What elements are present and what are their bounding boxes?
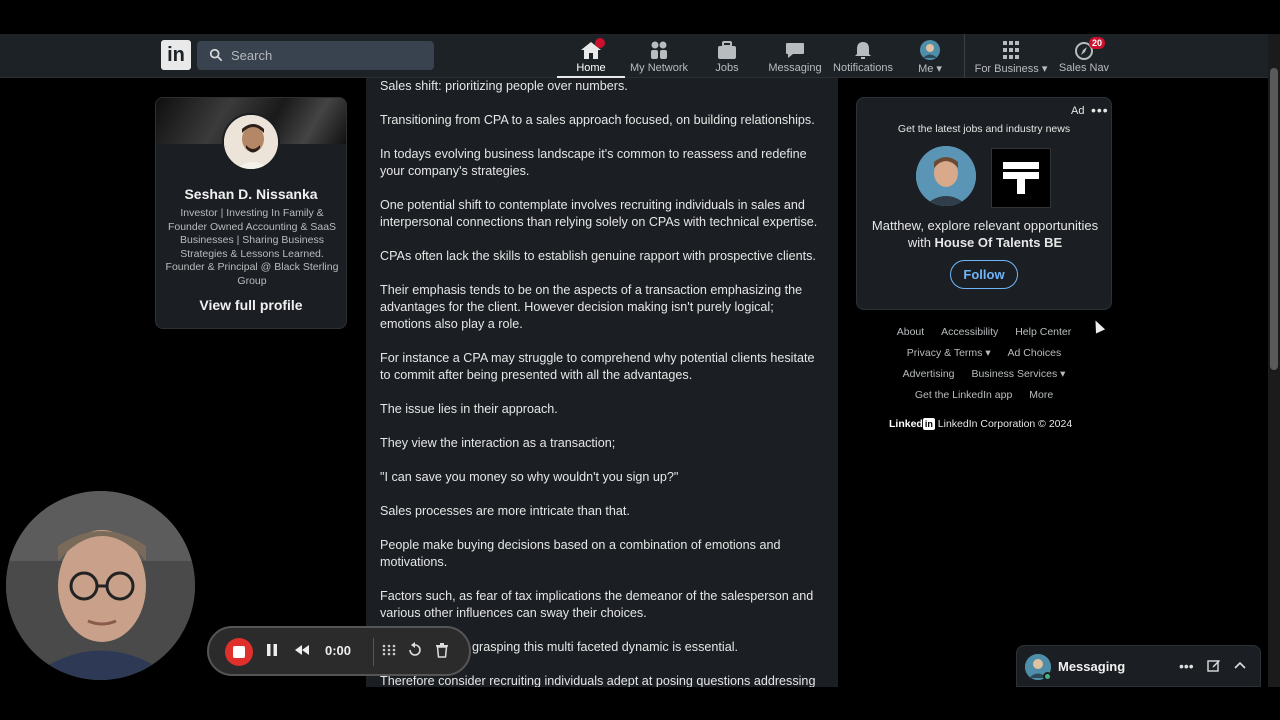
jobs-icon <box>716 40 738 60</box>
restart-icon[interactable] <box>407 642 423 662</box>
nav-messaging-label: Messaging <box>768 62 822 74</box>
compose-icon[interactable] <box>1207 658 1221 675</box>
ad-company: House Of Talents BE <box>934 235 1063 250</box>
nav-sales-nav-label: Sales Nav <box>1058 62 1110 74</box>
post-paragraph: Sales processes are more intricate than … <box>380 504 630 518</box>
post-paragraph: People make buying decisions based on a … <box>380 538 781 569</box>
webcam-bubble[interactable] <box>6 491 195 680</box>
footer-link[interactable]: Help Center <box>1015 326 1071 338</box>
nav-home[interactable]: Home <box>557 34 625 78</box>
more-options-icon[interactable]: ••• <box>1091 102 1109 118</box>
nav-for-business[interactable]: For Business ▾ <box>972 34 1050 78</box>
recording-timer: 0:00 <box>325 643 352 658</box>
nav-my-network-label: My Network <box>629 62 689 74</box>
grid-icon <box>1000 40 1022 60</box>
post-paragraph: Factors such, as fear of tax implication… <box>380 589 814 620</box>
footer-link[interactable]: Advertising <box>903 368 955 380</box>
footer-link[interactable]: Accessibility <box>941 326 998 338</box>
ad-text: Matthew, explore relevant opportunities … <box>863 217 1107 251</box>
delete-icon[interactable] <box>434 642 450 662</box>
nav-messaging[interactable]: Messaging <box>764 34 826 78</box>
nav-notifications[interactable]: Notifications <box>830 34 896 78</box>
ad-person-avatar <box>916 146 976 206</box>
messaging-icon <box>784 40 806 60</box>
profile-name[interactable]: Seshan D. Nissanka <box>156 186 346 202</box>
drag-handle-icon[interactable] <box>381 642 397 662</box>
nav-for-business-label: For Business <box>974 63 1039 75</box>
search-box[interactable] <box>197 41 434 70</box>
home-icon <box>580 38 605 60</box>
post-paragraph: Their emphasis tends to be on the aspect… <box>380 283 803 331</box>
caret-down-icon: ▾ <box>936 63 942 75</box>
more-options-icon[interactable]: ••• <box>1179 658 1194 674</box>
nav-home-label: Home <box>576 62 606 74</box>
online-status-icon <box>1043 672 1052 681</box>
follow-button[interactable]: Follow <box>950 260 1018 289</box>
post-paragraph: "I can save you money so why wouldn't yo… <box>380 470 679 484</box>
post-content: Sales shift: prioritizing people over nu… <box>366 78 838 687</box>
footer-links: About Accessibility Help Center Privacy … <box>856 322 1112 406</box>
pause-icon[interactable] <box>265 642 279 662</box>
linkedin-logo-icon[interactable]: in <box>161 40 191 70</box>
footer-link[interactable]: More <box>1029 389 1053 401</box>
top-black-bar <box>0 0 1280 34</box>
ad-label: Ad <box>1071 105 1085 117</box>
avatar-icon <box>919 40 941 60</box>
bell-icon <box>852 40 874 60</box>
scrollbar-thumb[interactable] <box>1270 68 1278 370</box>
nav-sales-nav[interactable]: 20 Sales Nav <box>1056 34 1112 78</box>
nav-divider <box>964 34 965 78</box>
company-logo <box>991 148 1051 208</box>
profile-avatar[interactable] <box>222 113 280 171</box>
search-input[interactable] <box>231 41 426 70</box>
nav-notifications-label: Notifications <box>833 62 893 74</box>
nav-jobs[interactable]: Jobs <box>700 34 754 78</box>
stop-recording-button[interactable] <box>225 638 253 666</box>
search-icon <box>209 48 223 62</box>
linkedin-in-icon: in <box>922 418 935 430</box>
post-paragraph: The issue lies in their approach. <box>380 402 558 416</box>
post-paragraph: In todays evolving business landscape it… <box>380 147 807 178</box>
footer-link[interactable]: About <box>897 326 924 338</box>
footer-link[interactable]: Get the LinkedIn app <box>915 389 1013 401</box>
nav-my-network[interactable]: My Network <box>626 34 692 78</box>
post-paragraph: CPAs often lack the skills to establish … <box>380 249 816 263</box>
post-paragraph: For instance a CPA may struggle to compr… <box>380 351 815 382</box>
post-paragraph: Transitioning from CPA to a sales approa… <box>380 113 815 127</box>
network-icon <box>648 40 670 60</box>
copyright-text: LinkedIn Corporation © 2024 <box>937 418 1073 430</box>
ad-tagline: Get the latest jobs and industry news <box>897 123 1071 135</box>
rewind-icon[interactable] <box>293 642 311 662</box>
page-scrollbar[interactable] <box>1268 34 1280 687</box>
footer-link[interactable]: Ad Choices <box>1008 347 1062 359</box>
ad-card: Ad ••• Get the latest jobs and industry … <box>856 97 1112 310</box>
chevron-up-icon[interactable] <box>1233 658 1247 675</box>
view-full-profile-link[interactable]: View full profile <box>156 297 346 313</box>
footer-link[interactable]: Business Services ▾ <box>971 368 1065 380</box>
nav-jobs-label: Jobs <box>715 62 739 74</box>
messaging-title: Messaging <box>1058 659 1126 674</box>
profile-card: Seshan D. Nissanka Investor | Investing … <box>155 97 347 329</box>
recorder-toolbar: 0:00 <box>207 626 471 676</box>
profile-headline: Investor | Investing In Family & Founder… <box>165 207 339 287</box>
copyright: Linked in LinkedIn Corporation © 2024 <box>889 418 1072 430</box>
sales-nav-badge: 20 <box>1088 37 1105 49</box>
messaging-dock[interactable]: Messaging ••• <box>1016 645 1261 687</box>
linkedin-wordmark: Linked <box>889 418 923 430</box>
nav-me[interactable]: Me ▾ <box>908 34 952 78</box>
post-paragraph: One potential shift to contemplate invol… <box>380 198 818 229</box>
compass-icon: 20 <box>1073 37 1105 60</box>
nav-me-label: Me <box>918 63 934 75</box>
post-paragraph: They view the interaction as a transacti… <box>380 436 616 450</box>
caret-down-icon: ▾ <box>1041 63 1048 75</box>
footer-link[interactable]: Privacy & Terms ▾ <box>907 347 991 359</box>
post-paragraph: Sales shift: prioritizing people over nu… <box>380 79 628 93</box>
global-nav: in Home My Network Jobs Messaging Notifi <box>0 34 1268 78</box>
toolbar-separator <box>373 638 374 666</box>
